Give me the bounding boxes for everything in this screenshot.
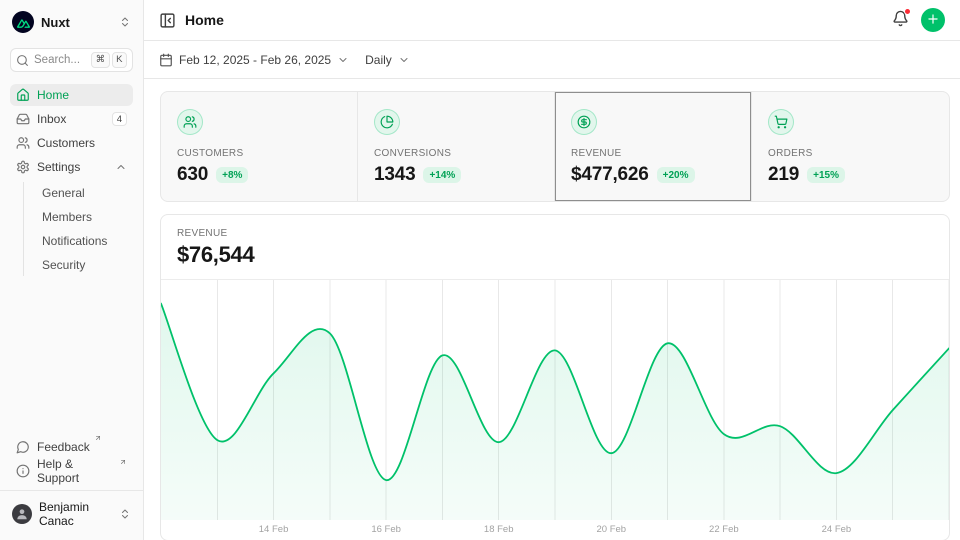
arrow-up-right-icon <box>119 458 127 466</box>
sidebar-footer-nav: FeedbackHelp & Support <box>10 436 133 482</box>
chart-current-value: $76,544 <box>177 242 933 268</box>
chevrons-up-down-icon <box>119 508 131 520</box>
pie-chart-icon <box>374 109 400 135</box>
main-header: Home <box>144 0 960 41</box>
inbox-count-badge: 4 <box>112 112 127 126</box>
sidebar-subitem-security[interactable]: Security <box>37 254 133 276</box>
collapse-sidebar-button[interactable] <box>159 12 176 29</box>
stat-delta-badge: +15% <box>807 167 845 183</box>
sidebar: Nuxt Search... ⌘ K HomeInbox4CustomersSe… <box>0 0 144 540</box>
page-title: Home <box>185 12 224 28</box>
date-range-label: Feb 12, 2025 - Feb 26, 2025 <box>179 53 331 67</box>
revenue-chart-card: REVENUE $76,544 14 Feb 16 Feb 18 Feb 20 Feb… <box>160 214 950 540</box>
chart-header: REVENUE $76,544 <box>161 215 949 280</box>
period-select[interactable]: Daily <box>365 53 410 67</box>
team-name: Nuxt <box>41 15 70 30</box>
revenue-chart-plot[interactable] <box>161 280 949 520</box>
search-placeholder: Search... <box>34 54 80 66</box>
sidebar-item-settings[interactable]: Settings <box>10 156 133 178</box>
search-input[interactable]: Search... ⌘ K <box>10 48 133 72</box>
kbd-cmd: ⌘ <box>91 52 110 67</box>
stat-label: ORDERS <box>768 148 933 159</box>
stat-delta-badge: +8% <box>216 167 248 183</box>
stat-value: 1343 <box>374 164 415 186</box>
stat-delta-badge: +14% <box>423 167 461 183</box>
chevron-down-icon <box>398 54 410 66</box>
stat-card-conversions[interactable]: CONVERSIONS 1343 +14% <box>358 92 555 201</box>
chevron-up-icon <box>115 161 127 173</box>
stat-label: CUSTOMERS <box>177 148 341 159</box>
x-tick-label: 20 Feb <box>596 524 626 535</box>
user-name: Benjamin Canac <box>39 500 112 528</box>
revenue-area-chart <box>161 280 949 520</box>
inbox-icon <box>16 112 30 126</box>
x-tick-label: 14 Feb <box>259 524 289 535</box>
date-range-picker[interactable]: Feb 12, 2025 - Feb 26, 2025 <box>159 53 349 67</box>
stat-delta-badge: +20% <box>657 167 695 183</box>
chevrons-up-down-icon <box>119 16 131 28</box>
team-switcher[interactable]: Nuxt <box>10 10 133 34</box>
circle-dollar-icon <box>571 109 597 135</box>
filters-toolbar: Feb 12, 2025 - Feb 26, 2025 Daily <box>144 41 960 79</box>
nuxt-logo-icon <box>12 11 34 33</box>
stat-label: REVENUE <box>571 148 735 159</box>
content: CUSTOMERS 630 +8% CONVERSIONS 1343 +14% REVENU… <box>144 79 960 540</box>
chevron-down-icon <box>337 54 349 66</box>
stat-label: CONVERSIONS <box>374 148 538 159</box>
search-kbd: ⌘ K <box>91 52 127 67</box>
stat-value: $477,626 <box>571 164 649 186</box>
add-button[interactable] <box>921 8 945 32</box>
notification-dot <box>904 8 911 15</box>
kbd-k: K <box>112 52 127 67</box>
sidebar-subitem-members[interactable]: Members <box>37 206 133 228</box>
house-icon <box>16 88 30 102</box>
x-tick-label: 16 Feb <box>371 524 401 535</box>
calendar-icon <box>159 53 173 67</box>
notifications-button[interactable] <box>892 10 909 30</box>
message-circle-icon <box>16 440 30 454</box>
cart-icon <box>768 109 794 135</box>
stat-value: 219 <box>768 164 799 186</box>
user-avatar <box>12 504 32 524</box>
chart-title: REVENUE <box>177 228 933 239</box>
sidebar-item-home[interactable]: Home <box>10 84 133 106</box>
sidebar-item-help-support[interactable]: Help & Support <box>10 460 133 482</box>
sidebar-item-feedback[interactable]: Feedback <box>10 436 133 458</box>
stat-card-revenue[interactable]: REVENUE $477,626 +20% <box>555 92 752 201</box>
sidebar-subitem-notifications[interactable]: Notifications <box>37 230 133 252</box>
chart-x-axis: 14 Feb 16 Feb 18 Feb 20 Feb 22 Feb 24 Feb <box>161 520 949 540</box>
users-icon <box>177 109 203 135</box>
info-icon <box>16 464 30 478</box>
stat-value: 630 <box>177 164 208 186</box>
stat-card-orders[interactable]: ORDERS 219 +15% <box>752 92 949 201</box>
header-actions <box>892 8 945 32</box>
sidebar-subitem-general[interactable]: General <box>37 182 133 204</box>
x-tick-label: 24 Feb <box>822 524 852 535</box>
main-area: Home Feb 12, 2025 - Feb 26, 2025 Daily C… <box>144 0 960 540</box>
plus-icon <box>926 12 940 29</box>
sidebar-item-customers[interactable]: Customers <box>10 132 133 154</box>
stat-card-customers[interactable]: CUSTOMERS 630 +8% <box>161 92 358 201</box>
x-tick-label: 18 Feb <box>484 524 514 535</box>
arrow-up-right-icon <box>94 434 102 442</box>
x-tick-label: 22 Feb <box>709 524 739 535</box>
sidebar-item-inbox[interactable]: Inbox4 <box>10 108 133 130</box>
user-menu[interactable]: Benjamin Canac <box>0 490 143 530</box>
settings-icon <box>16 160 30 174</box>
search-icon <box>16 54 29 67</box>
sidebar-nav: HomeInbox4CustomersSettings GeneralMember… <box>10 84 133 278</box>
users-icon <box>16 136 30 150</box>
period-label: Daily <box>365 53 392 67</box>
settings-subnav: GeneralMembersNotificationsSecurity <box>23 182 133 276</box>
stats-row: CUSTOMERS 630 +8% CONVERSIONS 1343 +14% REVENU… <box>160 91 950 202</box>
